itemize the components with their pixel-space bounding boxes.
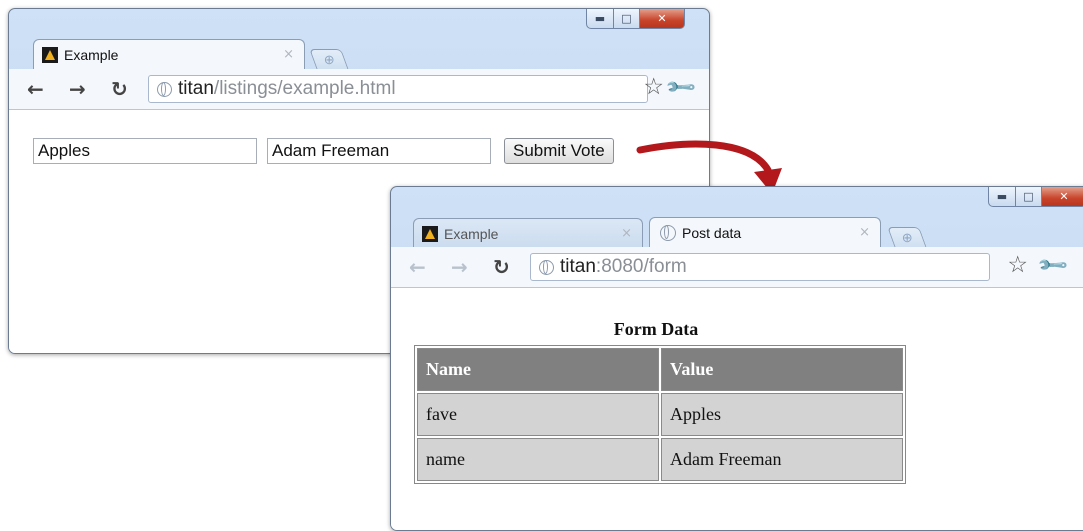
- globe-icon: [157, 81, 172, 97]
- table-cell: Apples: [661, 393, 903, 436]
- name-input[interactable]: [267, 138, 491, 164]
- site-logo-icon: [422, 225, 438, 242]
- fave-input[interactable]: [33, 138, 257, 164]
- tab-post-data[interactable]: Post data ×: [649, 217, 881, 247]
- forward-arrow-icon[interactable]: →: [451, 255, 468, 279]
- url-path: :8080/form: [595, 256, 687, 277]
- table-cell: name: [417, 438, 659, 481]
- wrench-icon[interactable]: 🔧: [663, 70, 698, 105]
- url-host: titan: [178, 78, 214, 99]
- site-logo-icon: [42, 46, 58, 63]
- tab-example[interactable]: Example ×: [33, 39, 305, 69]
- maximize-icon[interactable]: □: [614, 9, 640, 29]
- address-bar[interactable]: titan:8080/form: [530, 253, 990, 281]
- tab-example[interactable]: Example ×: [413, 218, 643, 248]
- reload-icon[interactable]: ↻: [111, 77, 128, 101]
- tab-close-icon[interactable]: ×: [621, 226, 632, 241]
- minimize-icon[interactable]: ▬: [586, 9, 614, 29]
- toolbar: ← → ↻ titan:8080/form ☆ 🔧: [391, 247, 1083, 288]
- form-data-table: Name Value fave Apples name Adam Freeman: [414, 345, 906, 484]
- toolbar: ← → ↻ titan/listings/example.html ☆ 🔧: [9, 69, 709, 110]
- bookmark-star-icon[interactable]: ☆: [1007, 252, 1028, 278]
- globe-icon: [660, 224, 676, 241]
- tab-title: Example: [64, 46, 119, 63]
- new-tab-icon[interactable]: ⊕: [887, 227, 927, 248]
- globe-icon: [539, 259, 554, 275]
- close-icon[interactable]: ✕: [1042, 187, 1083, 207]
- minimize-icon[interactable]: ▬: [988, 187, 1016, 207]
- reload-icon[interactable]: ↻: [493, 255, 510, 279]
- url-path: /listings/example.html: [213, 78, 396, 99]
- bookmark-star-icon[interactable]: ☆: [643, 74, 664, 100]
- window-controls: ▬ □ ✕: [586, 9, 685, 29]
- column-header: Name: [417, 348, 659, 391]
- maximize-icon[interactable]: □: [1016, 187, 1042, 207]
- back-arrow-icon[interactable]: ←: [409, 255, 426, 279]
- table-row: name Adam Freeman: [417, 438, 903, 481]
- column-header: Value: [661, 348, 903, 391]
- window-controls: ▬ □ ✕: [988, 187, 1083, 207]
- browser-window-post-data: ▬ □ ✕ Example × Post data × ⊕ ← → ↻ tita…: [390, 186, 1083, 531]
- table-row: fave Apples: [417, 393, 903, 436]
- table-header-row: Name Value: [417, 348, 903, 391]
- tab-title: Post data: [682, 224, 742, 241]
- tab-title: Example: [444, 225, 499, 242]
- address-bar[interactable]: titan/listings/example.html: [148, 75, 648, 103]
- tab-close-icon[interactable]: ×: [283, 47, 294, 62]
- close-icon[interactable]: ✕: [640, 9, 685, 29]
- tab-close-icon[interactable]: ×: [859, 225, 870, 240]
- table-cell: fave: [417, 393, 659, 436]
- table-caption: Form Data: [613, 319, 699, 339]
- back-arrow-icon[interactable]: ←: [27, 77, 44, 101]
- submit-vote-button[interactable]: Submit Vote: [504, 138, 614, 164]
- url-host: titan: [560, 256, 596, 277]
- new-tab-icon[interactable]: ⊕: [309, 49, 349, 70]
- wrench-icon[interactable]: 🔧: [1035, 248, 1070, 283]
- forward-arrow-icon[interactable]: →: [69, 77, 86, 101]
- table-cell: Adam Freeman: [661, 438, 903, 481]
